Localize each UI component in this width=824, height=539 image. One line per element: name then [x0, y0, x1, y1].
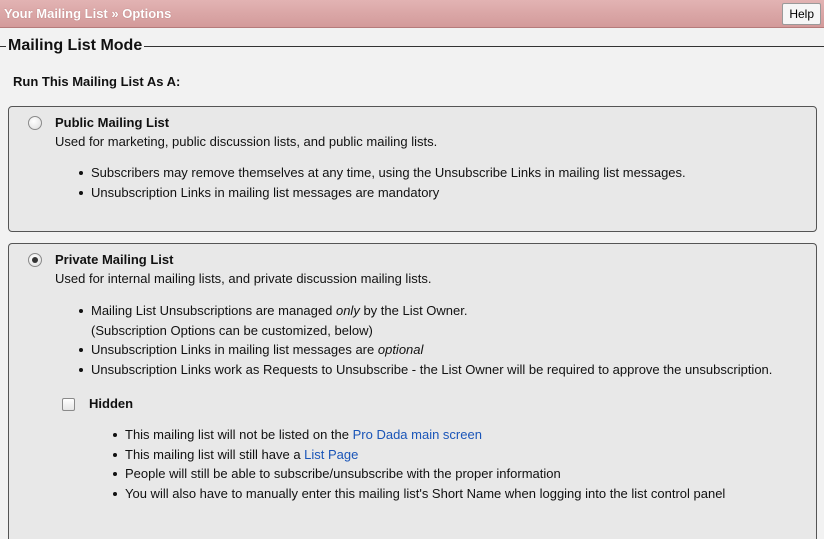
- private-radio[interactable]: [28, 253, 42, 267]
- title-bar: Your Mailing List » Options Help: [0, 0, 824, 28]
- list-page-link[interactable]: List Page: [304, 447, 358, 462]
- hidden-checkbox[interactable]: [62, 398, 75, 411]
- list-item: Subscribers may remove themselves at any…: [77, 163, 686, 183]
- list-item: People will still be able to subscribe/u…: [111, 464, 725, 484]
- hidden-label: Hidden: [89, 396, 134, 411]
- page-title: Your Mailing List » Options: [4, 6, 172, 21]
- public-option-bullets: Subscribers may remove themselves at any…: [77, 163, 686, 202]
- public-radio[interactable]: [28, 116, 42, 130]
- bullet-text: by the List Owner.: [359, 303, 468, 318]
- bullet-text: This mailing list will still have a: [125, 446, 305, 462]
- bullet-text: Mailing List Unsubscriptions are managed: [91, 303, 336, 318]
- list-item: Unsubscription Links work as Requests to…: [77, 360, 772, 380]
- private-option-bullets: Mailing List Unsubscriptions are managed…: [77, 301, 772, 379]
- bullet-text: (Subscription Options can be customized,…: [91, 322, 373, 338]
- public-option-box: Public Mailing List Used for marketing, …: [8, 106, 817, 232]
- help-button[interactable]: Help: [782, 3, 821, 25]
- private-option-description: Used for internal mailing lists, and pri…: [55, 271, 432, 286]
- list-item: Unsubscription Links in mailing list mes…: [77, 340, 772, 360]
- list-item: This mailing list will still have a List…: [111, 445, 725, 465]
- bullet-text: This mailing list will not be listed on …: [125, 427, 353, 442]
- bullet-text: Unsubscription Links in mailing list mes…: [91, 342, 378, 357]
- section-legend: Mailing List Mode: [6, 37, 145, 55]
- public-option-title: Public Mailing List: [55, 115, 170, 130]
- bullet-emphasis: optional: [377, 342, 424, 357]
- list-item: This mailing list will not be listed on …: [111, 425, 725, 445]
- private-option-title: Private Mailing List: [55, 252, 174, 267]
- private-option-box: Private Mailing List Used for internal m…: [8, 243, 817, 539]
- list-item: Mailing List Unsubscriptions are managed…: [77, 301, 772, 340]
- hidden-option-bullets: This mailing list will not be listed on …: [111, 425, 725, 503]
- bullet-emphasis: only: [335, 303, 360, 318]
- list-item: Unsubscription Links in mailing list mes…: [77, 183, 686, 203]
- list-item: You will also have to manually enter thi…: [111, 484, 725, 504]
- run-as-label: Run This Mailing List As A:: [13, 74, 181, 89]
- public-option-description: Used for marketing, public discussion li…: [55, 134, 438, 149]
- pro-dada-main-screen-link[interactable]: Pro Dada main screen: [353, 427, 482, 442]
